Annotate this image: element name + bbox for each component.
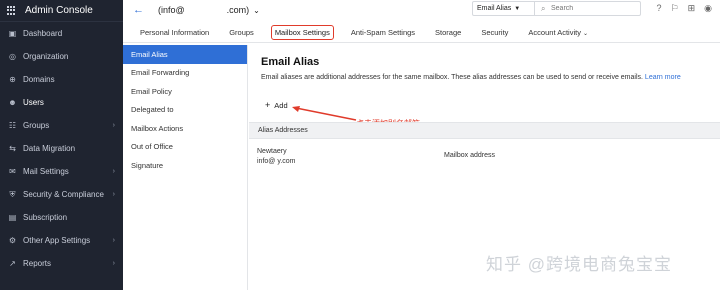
sidebar-item-domains[interactable]: ⊕ Domains bbox=[0, 68, 123, 91]
account-email: (info@ bbox=[158, 4, 185, 15]
tab-groups[interactable]: Groups bbox=[226, 26, 257, 39]
tab-label: Anti-Spam Settings bbox=[350, 27, 416, 37]
settings-submenu: Email Alias Email Forwarding Email Policy D… bbox=[123, 45, 248, 290]
sidebar-item-other-app-settings[interactable]: ⚙ Other App Settings › bbox=[0, 229, 123, 252]
alias-email: info@ y.com bbox=[257, 158, 296, 165]
sidebar-item-label: Organization bbox=[23, 52, 69, 61]
add-alias-button[interactable]: + Add bbox=[265, 100, 288, 110]
sidebar-item-security-compliance[interactable]: ⛨ Security & Compliance › bbox=[0, 183, 123, 206]
apps-icon[interactable]: ⊞ bbox=[688, 3, 696, 14]
watermark: 知乎 @跨境电商兔宝宝 bbox=[486, 255, 672, 274]
user-avatar-icon[interactable]: ◉ bbox=[704, 3, 712, 14]
submenu-item-email-alias[interactable]: Email Alias bbox=[123, 45, 247, 64]
learn-more-link[interactable]: Learn more bbox=[645, 74, 681, 81]
description-text: Email aliases are additional addresses f… bbox=[261, 74, 643, 81]
search-scope-label: Email Alias bbox=[477, 5, 512, 12]
plus-icon: + bbox=[265, 100, 271, 110]
submenu-item-out-of-office[interactable]: Out of Office bbox=[123, 138, 247, 157]
organization-icon: ◎ bbox=[9, 52, 16, 61]
tab-account-activity[interactable]: Account Activity ⌄ bbox=[525, 26, 591, 39]
top-bar: ← (info@ .com)⌄ Email Alias▼ ⌕ ? ⚐ ⊞ ◉ bbox=[123, 0, 720, 19]
dashboard-icon: ▣ bbox=[8, 29, 17, 38]
sidebar-item-subscription[interactable]: ▤ Subscription bbox=[0, 206, 123, 229]
tab-label: Mailbox Settings bbox=[274, 27, 330, 37]
sidebar-item-users[interactable]: ☻ Users bbox=[0, 91, 123, 114]
sidebar-item-organization[interactable]: ◎ Organization bbox=[0, 45, 123, 68]
chevron-down-icon: ⌄ bbox=[582, 30, 588, 37]
sidebar-item-mail-settings[interactable]: ✉ Mail Settings › bbox=[0, 160, 123, 183]
tab-label: Security bbox=[481, 27, 509, 37]
sidebar-item-data-migration[interactable]: ⇆ Data Migration bbox=[0, 137, 123, 160]
submenu-item-email-policy[interactable]: Email Policy bbox=[123, 82, 247, 101]
alert-icon[interactable]: ⚐ bbox=[671, 3, 679, 14]
sidebar-item-label: Mail Settings bbox=[23, 167, 69, 176]
annotation-arrow bbox=[292, 106, 357, 121]
reports-icon: ↗ bbox=[9, 259, 16, 268]
tab-storage[interactable]: Storage bbox=[432, 26, 464, 39]
tab-label: Groups bbox=[229, 27, 254, 37]
help-icon[interactable]: ? bbox=[657, 3, 662, 14]
search-box: Email Alias ▼ ⌕ bbox=[472, 1, 641, 16]
mail-settings-icon: ✉ bbox=[9, 167, 16, 176]
sidebar-item-dashboard[interactable]: ▣ Dashboard bbox=[0, 22, 123, 45]
users-icon: ☻ bbox=[8, 98, 17, 107]
tab-bar: Personal Information Groups Mailbox Settin… bbox=[123, 22, 720, 43]
chevron-right-icon: › bbox=[112, 122, 115, 129]
caret-down-icon: ▼ bbox=[514, 5, 521, 12]
tab-label: Storage bbox=[435, 27, 462, 37]
sidebar-header: Admin Console bbox=[0, 0, 123, 22]
alias-owner-name: Newtaery bbox=[257, 148, 287, 155]
chevron-right-icon: › bbox=[112, 168, 115, 175]
chevron-right-icon: › bbox=[112, 260, 115, 267]
submenu-item-delegated-to[interactable]: Delegated to bbox=[123, 101, 247, 120]
data-migration-icon: ⇆ bbox=[9, 144, 16, 153]
tab-mailbox-settings[interactable]: Mailbox Settings bbox=[270, 24, 334, 40]
sidebar-title: Admin Console bbox=[25, 5, 93, 16]
column-header-alias: Alias Addresses bbox=[258, 127, 308, 134]
sidebar-item-label: Dashboard bbox=[23, 29, 63, 38]
search-scope-select[interactable]: Email Alias ▼ bbox=[473, 2, 535, 15]
sidebar-item-label: Users bbox=[23, 98, 44, 107]
page-description: Email aliases are additional addresses f… bbox=[261, 74, 681, 81]
top-icons: ? ⚐ ⊞ ◉ bbox=[657, 3, 713, 14]
tab-label: Account Activity bbox=[528, 27, 581, 37]
chevron-down-icon: ⌄ bbox=[253, 5, 260, 15]
sidebar-item-label: Data Migration bbox=[23, 144, 76, 153]
account-selector[interactable]: (info@ .com) ⌄ bbox=[158, 5, 260, 15]
sidebar-item-label: Groups bbox=[23, 121, 50, 130]
tab-security[interactable]: Security bbox=[478, 26, 511, 39]
sidebar-item-label: Domains bbox=[23, 75, 55, 84]
sidebar-item-label: Other App Settings bbox=[23, 236, 91, 245]
search-input[interactable] bbox=[535, 5, 635, 12]
submenu-item-signature[interactable]: Signature bbox=[123, 156, 247, 175]
domains-icon: ⊕ bbox=[9, 75, 16, 84]
app-grid-icon[interactable] bbox=[7, 5, 17, 16]
sidebar-item-groups[interactable]: ☷ Groups › bbox=[0, 114, 123, 137]
sidebar-item-reports[interactable]: ↗ Reports › bbox=[0, 252, 123, 275]
other-app-settings-icon: ⚙ bbox=[8, 236, 17, 245]
chevron-right-icon: › bbox=[112, 237, 115, 244]
sidebar-item-label: Security & Compliance bbox=[23, 190, 104, 199]
mailbox-address-label: Mailbox address bbox=[444, 152, 495, 159]
sidebar-item-label: Subscription bbox=[23, 213, 68, 222]
chevron-right-icon: › bbox=[112, 191, 115, 198]
table-header: Alias Addresses bbox=[249, 122, 720, 139]
tab-personal-information[interactable]: Personal Information bbox=[137, 26, 212, 39]
add-label: Add bbox=[274, 100, 288, 110]
page-title: Email Alias bbox=[261, 56, 320, 68]
back-arrow-icon[interactable]: ← bbox=[133, 4, 144, 16]
sidebar: Admin Console ▣ Dashboard ◎ Organization ⊕ Do… bbox=[0, 0, 123, 290]
search-icon: ⌕ bbox=[541, 4, 546, 13]
tab-label: Personal Information bbox=[140, 27, 210, 37]
submenu-item-email-forwarding[interactable]: Email Forwarding bbox=[123, 64, 247, 83]
security-icon: ⛨ bbox=[9, 189, 16, 199]
subscription-icon: ▤ bbox=[8, 213, 17, 222]
groups-icon: ☷ bbox=[8, 121, 17, 130]
tab-anti-spam-settings[interactable]: Anti-Spam Settings bbox=[348, 26, 418, 39]
submenu-item-mailbox-actions[interactable]: Mailbox Actions bbox=[123, 119, 247, 138]
sidebar-item-label: Reports bbox=[23, 259, 52, 268]
account-domain: .com) bbox=[226, 4, 250, 15]
